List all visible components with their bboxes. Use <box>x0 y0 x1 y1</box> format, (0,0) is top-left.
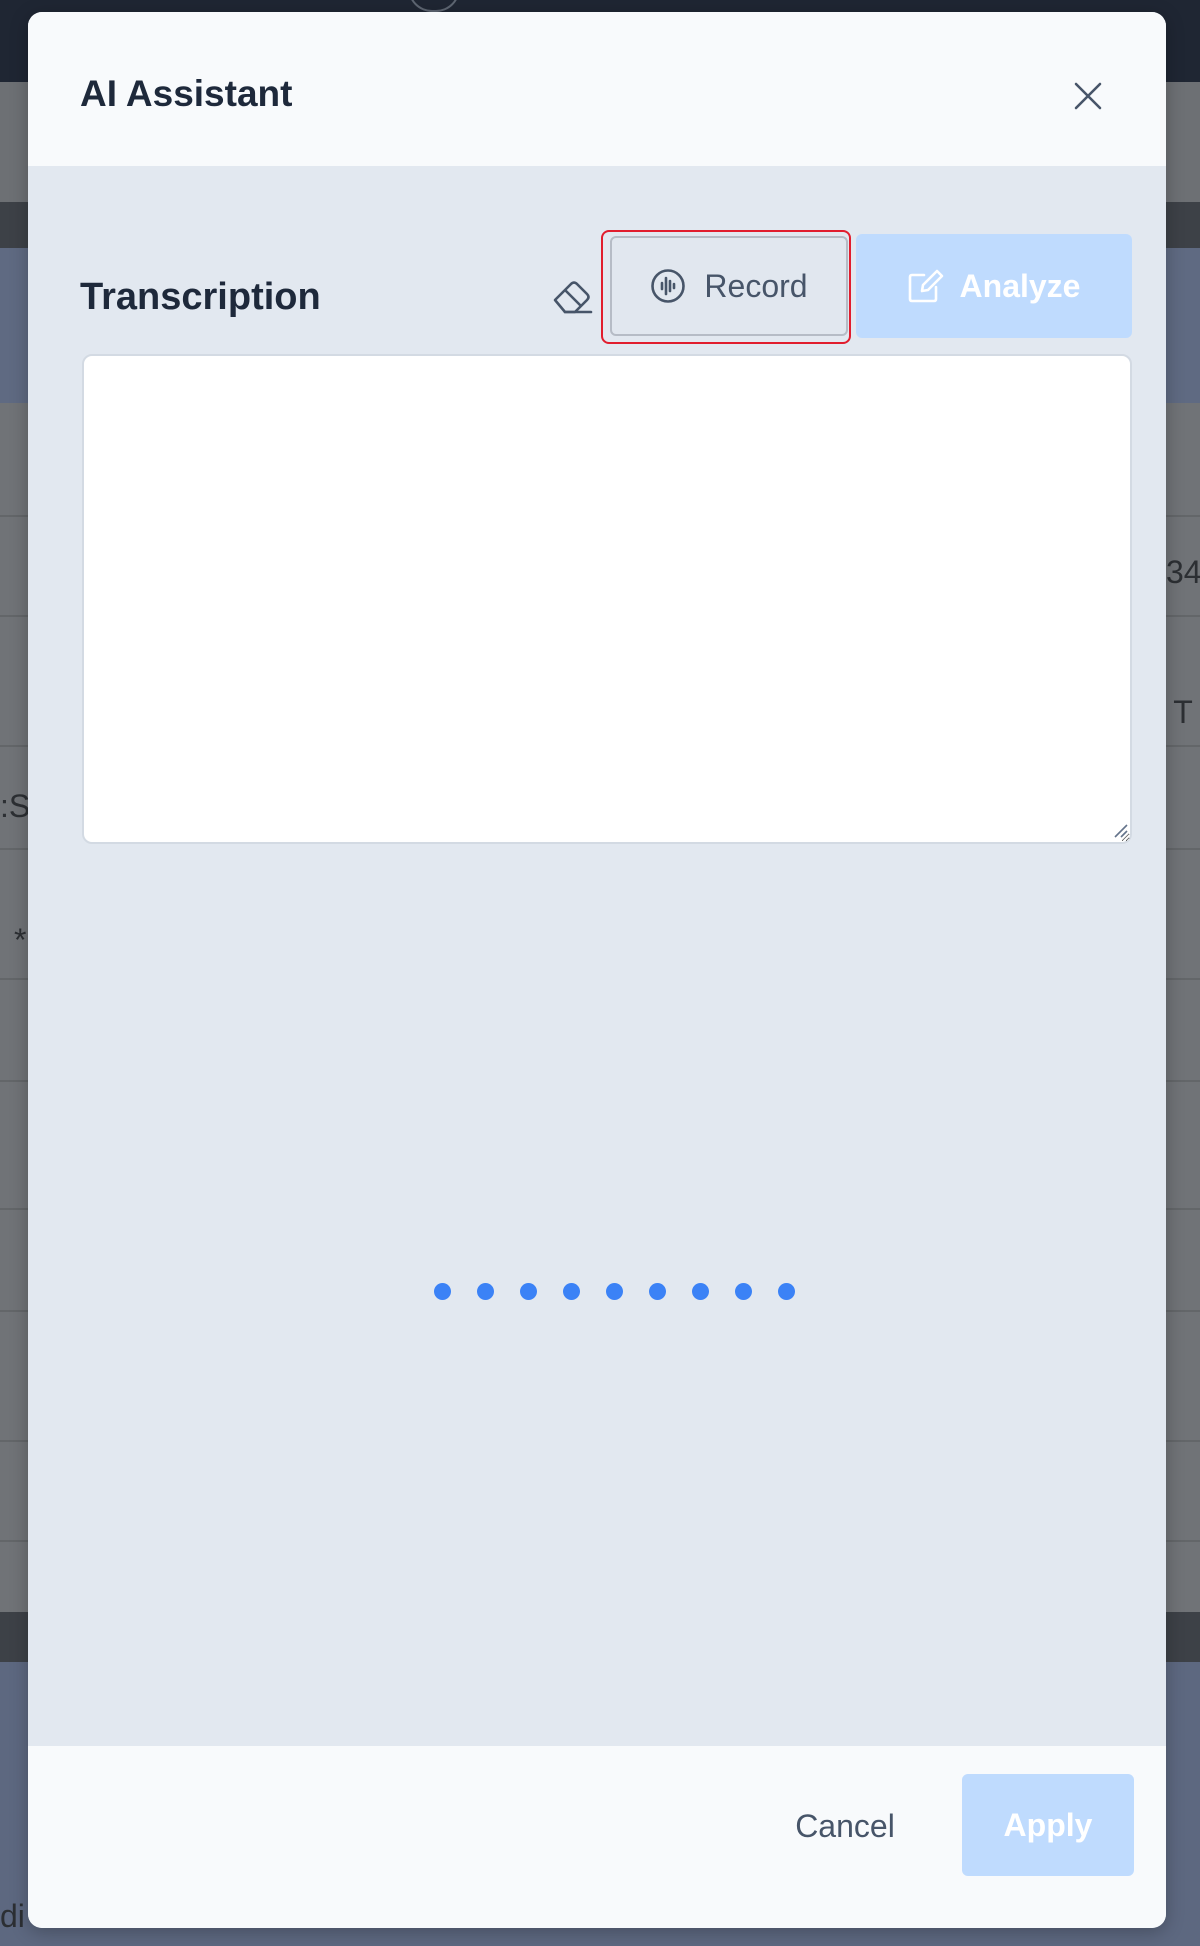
edit-icon <box>908 269 943 303</box>
record-label: Record <box>704 267 808 304</box>
loading-dot <box>477 1283 494 1300</box>
loading-dot <box>778 1283 795 1300</box>
close-button[interactable] <box>1064 72 1112 120</box>
transcription-heading: Transcription <box>80 276 321 318</box>
loading-indicator <box>434 1283 795 1303</box>
apply-button[interactable]: Apply <box>962 1774 1134 1876</box>
clear-transcription-button[interactable] <box>546 274 598 320</box>
background-text-fragment: :S <box>0 788 31 824</box>
audio-wave-icon <box>651 269 686 303</box>
record-button[interactable]: Record <box>610 236 848 336</box>
loading-dot <box>649 1283 666 1300</box>
dialog-title: AI Assistant <box>80 73 293 114</box>
transcription-textarea[interactable] <box>82 354 1132 844</box>
close-icon <box>1074 82 1102 110</box>
background-text-fragment: 34 <box>1166 554 1200 590</box>
ai-assistant-dialog: AI Assistant Transcription Record Analyz… <box>28 12 1166 1928</box>
loading-dot <box>735 1283 752 1300</box>
analyze-button[interactable]: Analyze <box>856 234 1132 338</box>
loading-dot <box>434 1283 451 1300</box>
analyze-label: Analyze <box>959 267 1081 304</box>
loading-dot <box>606 1283 623 1300</box>
background-logo-icon <box>408 0 460 12</box>
dialog-header: AI Assistant <box>28 12 1166 166</box>
eraser-icon <box>553 281 593 314</box>
loading-dot <box>520 1283 537 1300</box>
cancel-button[interactable]: Cancel <box>770 1794 920 1858</box>
loading-dot <box>563 1283 580 1300</box>
dialog-footer: Cancel Apply <box>28 1746 1166 1928</box>
resize-handle-icon[interactable] <box>1110 820 1128 838</box>
background-text-fragment: di <box>0 1898 25 1934</box>
loading-dot <box>692 1283 709 1300</box>
background-text-fragment: * <box>14 922 27 958</box>
